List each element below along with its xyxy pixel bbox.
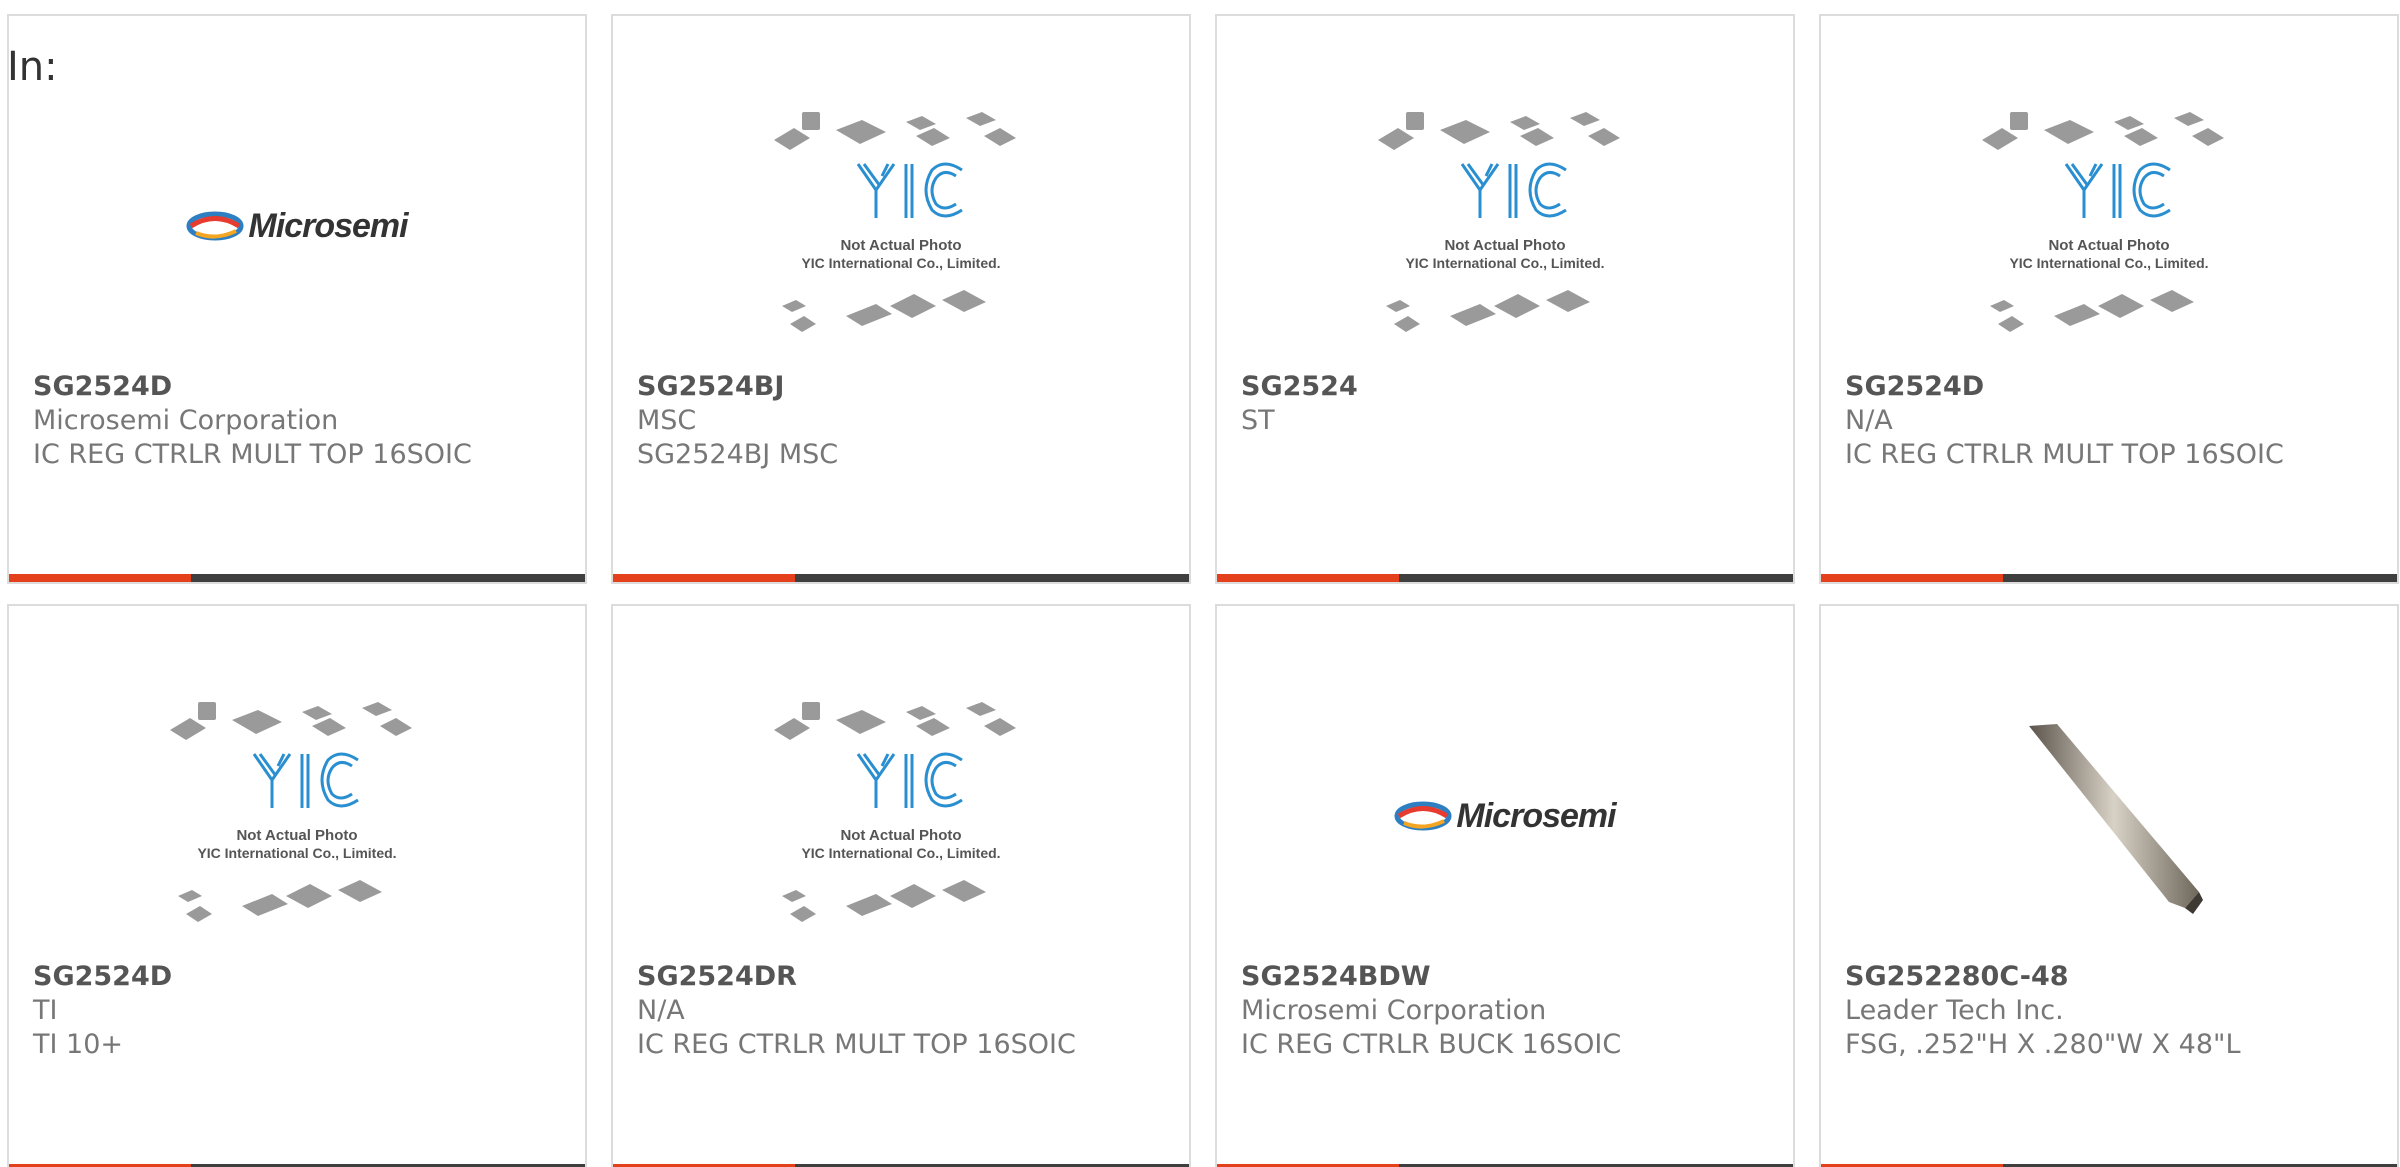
yic-company-text: YIC International Co., Limited. <box>801 255 1000 271</box>
yic-placeholder-image: Not Actual Photo YIC International Co., … <box>774 702 1016 922</box>
card-bottom-bar <box>1821 574 2397 582</box>
part-number[interactable]: SG2524BJ <box>637 370 1179 404</box>
microsemi-wordmark: Microsemi <box>1456 796 1616 835</box>
yic-logo-icon <box>856 162 963 218</box>
product-image[interactable]: Microsemi <box>9 76 585 376</box>
product-info: SG2524D Microsemi Corporation IC REG CTR… <box>33 370 575 472</box>
chip-packages-icon <box>1378 112 1620 332</box>
description: FSG, .252"H X .280"W X 48"L <box>1845 1029 2241 1060</box>
part-number[interactable]: SG2524DR <box>637 960 1179 994</box>
description: IC REG CTRLR MULT TOP 16SOIC <box>637 1029 1076 1060</box>
product-image[interactable]: Not Actual Photo YIC International Co., … <box>1821 76 2397 376</box>
product-info: SG2524DR N/A IC REG CTRLR MULT TOP 16SOI… <box>637 960 1179 1062</box>
manufacturer: N/A <box>1845 405 1893 436</box>
manufacturer: Microsemi Corporation <box>1241 995 1547 1026</box>
product-card[interactable]: SG252280C-48 Leader Tech Inc. FSG, .252"… <box>1819 604 2399 1167</box>
chip-packages-icon <box>774 112 1016 332</box>
manufacturer: MSC <box>637 405 697 436</box>
yic-placeholder-image: Not Actual Photo YIC International Co., … <box>1982 112 2224 332</box>
part-number[interactable]: SG2524BDW <box>1241 960 1783 994</box>
chip-packages-icon <box>170 702 412 922</box>
product-info: SG2524D TI TI 10+ <box>33 960 575 1062</box>
part-number[interactable]: SG2524 <box>1241 370 1783 404</box>
manufacturer: Microsemi Corporation <box>33 405 339 436</box>
part-number[interactable]: SG2524D <box>33 960 575 994</box>
description: IC REG CTRLR MULT TOP 16SOIC <box>33 439 472 470</box>
manufacturer: ST <box>1241 405 1275 436</box>
product-image[interactable]: Not Actual Photo YIC International Co., … <box>613 666 1189 966</box>
part-number[interactable]: SG2524D <box>1845 370 2387 404</box>
product-info: SG2524 ST <box>1241 370 1783 438</box>
yic-logo-icon <box>856 752 963 808</box>
in-label: In: <box>7 44 58 90</box>
not-actual-photo-text: Not Actual Photo <box>840 827 961 844</box>
chip-packages-icon <box>774 702 1016 922</box>
card-accent-bar <box>9 574 191 582</box>
microsemi-wordmark: Microsemi <box>248 206 408 245</box>
metal-strip-photo <box>2029 724 2203 914</box>
description: SG2524BJ MSC <box>637 439 839 470</box>
product-info: SG2524BDW Microsemi Corporation IC REG C… <box>1241 960 1783 1062</box>
manufacturer: TI <box>33 995 58 1026</box>
microsemi-swirl-icon <box>1394 801 1452 831</box>
product-image[interactable] <box>1821 666 2397 966</box>
product-info: SG252280C-48 Leader Tech Inc. FSG, .252"… <box>1845 960 2387 1062</box>
chip-packages-icon <box>1982 112 2224 332</box>
yic-placeholder-image: Not Actual Photo YIC International Co., … <box>1378 112 1620 332</box>
product-card[interactable]: Not Actual Photo YIC International Co., … <box>611 14 1191 584</box>
product-info: SG2524D N/A IC REG CTRLR MULT TOP 16SOIC <box>1845 370 2387 472</box>
yic-company-text: YIC International Co., Limited. <box>801 845 1000 861</box>
yic-placeholder-image: Not Actual Photo YIC International Co., … <box>170 702 412 922</box>
description: IC REG CTRLR BUCK 16SOIC <box>1241 1029 1622 1060</box>
product-card[interactable]: Not Actual Photo YIC International Co., … <box>7 604 587 1167</box>
not-actual-photo-text: Not Actual Photo <box>236 827 357 844</box>
microsemi-logo: Microsemi <box>186 206 409 246</box>
microsemi-swirl-icon <box>186 211 244 241</box>
product-card[interactable]: Microsemi SG2524BDW Microsemi Corporatio… <box>1215 604 1795 1167</box>
yic-company-text: YIC International Co., Limited. <box>2009 255 2208 271</box>
product-card[interactable]: Microsemi SG2524D Microsemi Corporation … <box>7 14 587 584</box>
manufacturer: N/A <box>637 995 685 1026</box>
description: IC REG CTRLR MULT TOP 16SOIC <box>1845 439 2284 470</box>
card-bottom-bar <box>9 574 585 582</box>
card-accent-bar <box>613 574 795 582</box>
card-bottom-bar <box>1217 574 1793 582</box>
product-image[interactable]: Not Actual Photo YIC International Co., … <box>613 76 1189 376</box>
yic-logo-icon <box>1460 162 1567 218</box>
yic-company-text: YIC International Co., Limited. <box>1405 255 1604 271</box>
product-image[interactable]: Not Actual Photo YIC International Co., … <box>9 666 585 966</box>
card-bottom-bar <box>613 574 1189 582</box>
product-card[interactable]: Not Actual Photo YIC International Co., … <box>1215 14 1795 584</box>
part-number[interactable]: SG252280C-48 <box>1845 960 2387 994</box>
manufacturer: Leader Tech Inc. <box>1845 995 2064 1026</box>
microsemi-logo: Microsemi <box>1394 796 1617 836</box>
not-actual-photo-text: Not Actual Photo <box>2048 237 2169 254</box>
yic-placeholder-image: Not Actual Photo YIC International Co., … <box>774 112 1016 332</box>
yic-logo-icon <box>2064 162 2171 218</box>
product-image[interactable]: Not Actual Photo YIC International Co., … <box>1217 76 1793 376</box>
product-image[interactable]: Microsemi <box>1217 666 1793 966</box>
yic-company-text: YIC International Co., Limited. <box>197 845 396 861</box>
not-actual-photo-text: Not Actual Photo <box>1444 237 1565 254</box>
not-actual-photo-text: Not Actual Photo <box>840 237 961 254</box>
description: TI 10+ <box>33 1029 124 1060</box>
product-card[interactable]: Not Actual Photo YIC International Co., … <box>1819 14 2399 584</box>
product-info: SG2524BJ MSC SG2524BJ MSC <box>637 370 1179 472</box>
yic-logo-icon <box>252 752 359 808</box>
card-accent-bar <box>1217 574 1399 582</box>
part-number[interactable]: SG2524D <box>33 370 575 404</box>
results-page: In: Microsemi SG2524D Microsemi Corporat… <box>0 0 2400 1167</box>
product-card[interactable]: Not Actual Photo YIC International Co., … <box>611 604 1191 1167</box>
card-accent-bar <box>1821 574 2003 582</box>
